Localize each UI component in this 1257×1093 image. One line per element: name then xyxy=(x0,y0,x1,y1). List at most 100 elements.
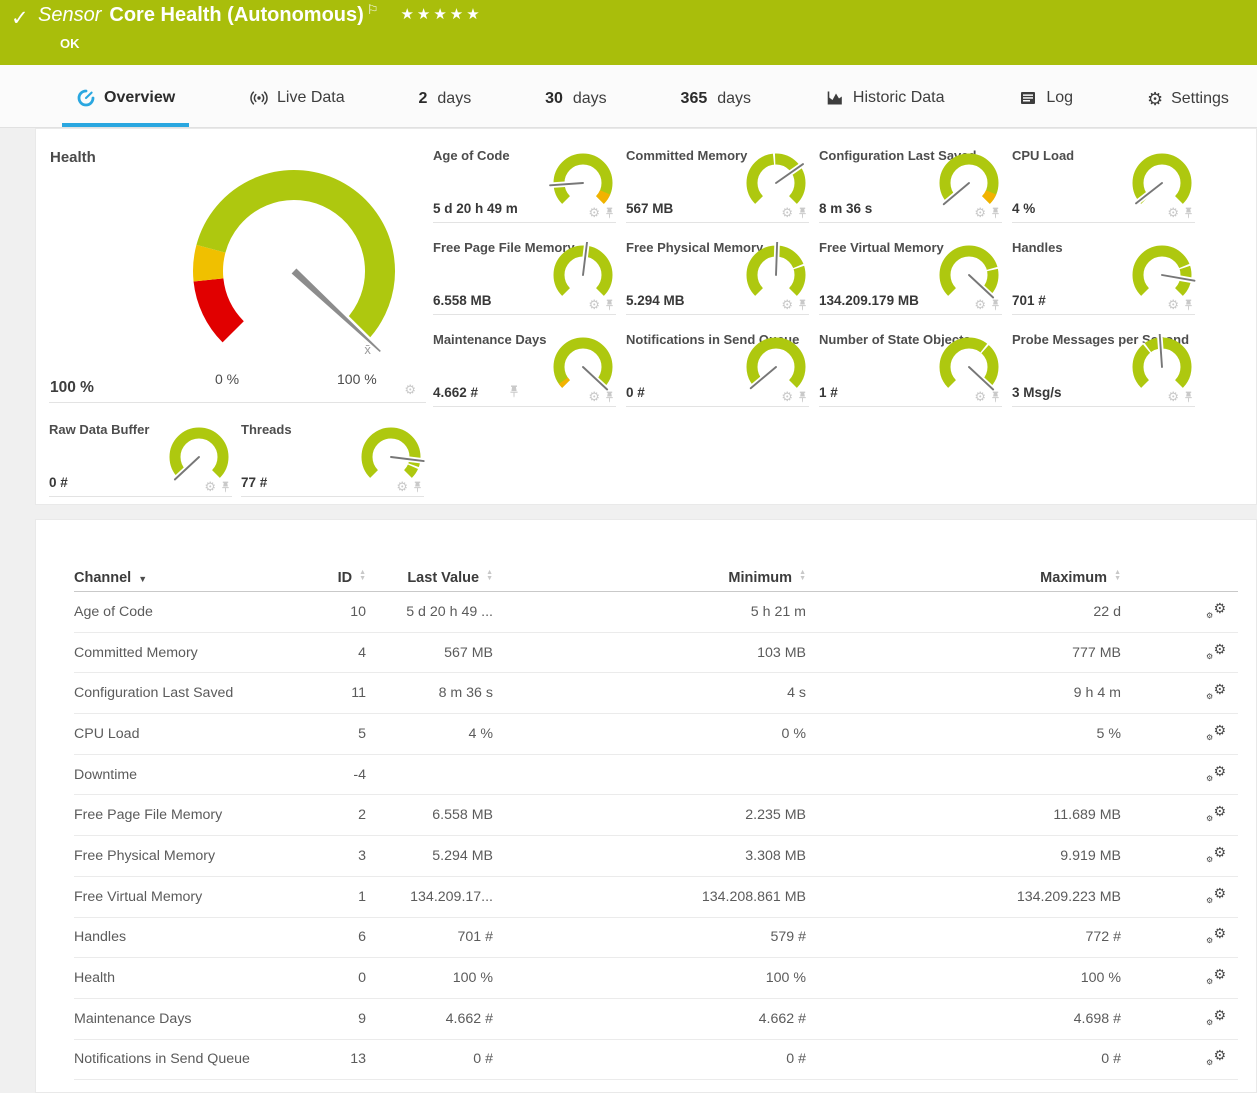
table-row: Free Virtual Memory1134.209.17...134.208… xyxy=(74,877,1238,918)
tab-live-data[interactable]: Live Data xyxy=(235,88,359,127)
pin-icon[interactable] xyxy=(991,207,1000,219)
pin-icon[interactable] xyxy=(991,299,1000,311)
mini-gauge-value: 77 # xyxy=(241,475,267,490)
channel-name[interactable]: Maintenance Days xyxy=(74,1011,314,1027)
pin-icon[interactable] xyxy=(1184,207,1193,219)
pin-icon[interactable] xyxy=(798,299,807,311)
tab-overview[interactable]: Overview xyxy=(62,88,189,127)
tab-bar: Overview Live Data 2days 30days 365days Histo… xyxy=(0,65,1257,128)
channel-name[interactable]: Committed Memory xyxy=(74,645,314,661)
channel-minimum: 0 % xyxy=(493,726,806,742)
column-header-id[interactable]: ID▲▼ xyxy=(314,570,366,586)
channel-settings-gears-icon[interactable]: ⚙⚙ xyxy=(1206,723,1226,741)
gear-icon[interactable]: ⚙ xyxy=(1167,206,1179,219)
channel-settings-gears-icon[interactable]: ⚙⚙ xyxy=(1206,926,1226,944)
gear-icon[interactable]: ⚙ xyxy=(1167,298,1179,311)
channel-minimum: 2.235 MB xyxy=(493,807,806,823)
channel-maximum: 4.698 # xyxy=(806,1011,1121,1027)
health-gauge-cell: Health x̄ 0 % 100 % 100 % ⚙ xyxy=(49,149,426,403)
column-label: ID xyxy=(338,570,353,586)
tab-30-days[interactable]: 30days xyxy=(531,90,621,127)
mini-gauge-actions: ⚙ xyxy=(781,298,807,311)
channel-settings-gears-icon[interactable]: ⚙⚙ xyxy=(1206,886,1226,904)
channel-maximum: 22 d xyxy=(806,604,1121,620)
gear-icon[interactable]: ⚙ xyxy=(781,298,793,311)
mini-gauge-title: CPU Load xyxy=(1012,148,1074,163)
tab-2-days[interactable]: 2days xyxy=(405,90,486,127)
column-header-channel[interactable]: Channel▼ xyxy=(74,570,314,586)
gear-icon[interactable]: ⚙ xyxy=(974,390,986,403)
tab-365-days[interactable]: 365days xyxy=(667,90,766,127)
gear-icon[interactable]: ⚙ xyxy=(781,206,793,219)
gear-icon[interactable]: ⚙ xyxy=(781,390,793,403)
mini-gauge-actions: ⚙ xyxy=(588,298,614,311)
pin-icon[interactable] xyxy=(221,481,230,493)
pin-icon[interactable] xyxy=(1184,299,1193,311)
channel-maximum: 11.689 MB xyxy=(806,807,1121,823)
pin-icon[interactable] xyxy=(798,207,807,219)
tab-historic-data[interactable]: Historic Data xyxy=(811,88,959,127)
gear-icon[interactable]: ⚙ xyxy=(588,206,600,219)
channel-id: 6 xyxy=(314,929,366,945)
channel-name[interactable]: Health xyxy=(74,970,314,986)
channel-settings-gears-icon[interactable]: ⚙⚙ xyxy=(1206,1048,1226,1066)
mini-gauge-actions: ⚙ xyxy=(781,390,807,403)
channel-name[interactable]: Downtime xyxy=(74,767,314,783)
channel-settings-gears-icon[interactable]: ⚙⚙ xyxy=(1206,682,1226,700)
pin-icon[interactable] xyxy=(1184,391,1193,403)
mini-gauge-arc xyxy=(934,150,1004,214)
channel-id: 5 xyxy=(314,726,366,742)
mini-gauge-actions: ⚙ xyxy=(204,480,230,493)
channel-maximum: 9.919 MB xyxy=(806,848,1121,864)
channel-id: 1 xyxy=(314,889,366,905)
table-row: Committed Memory4567 MB103 MB777 MB⚙⚙ xyxy=(74,633,1238,674)
pin-icon[interactable] xyxy=(605,299,614,311)
column-label: Last Value xyxy=(407,570,479,586)
channel-name[interactable]: Notifications in Send Queue xyxy=(74,1051,314,1067)
gear-icon[interactable]: ⚙ xyxy=(588,390,600,403)
channel-settings-gears-icon[interactable]: ⚙⚙ xyxy=(1206,845,1226,863)
mini-gauge-actions: ⚙ xyxy=(974,206,1000,219)
mini-gauge-cell: Raw Data Buffer0 #⚙ xyxy=(49,422,232,497)
column-header-maximum[interactable]: Maximum▲▼ xyxy=(806,570,1121,586)
pin-icon[interactable] xyxy=(413,481,422,493)
channel-name[interactable]: CPU Load xyxy=(74,726,314,742)
mini-gauge-value: 134.209.179 MB xyxy=(819,293,919,308)
pin-icon[interactable] xyxy=(798,391,807,403)
pin-icon[interactable] xyxy=(605,391,614,403)
channel-settings-gears-icon[interactable]: ⚙⚙ xyxy=(1206,1008,1226,1026)
table-row: Handles6701 #579 #772 #⚙⚙ xyxy=(74,918,1238,959)
channel-name[interactable]: Configuration Last Saved xyxy=(74,685,314,701)
gear-icon[interactable]: ⚙ xyxy=(974,206,986,219)
table-row: Configuration Last Saved118 m 36 s4 s9 h… xyxy=(74,673,1238,714)
channel-name[interactable]: Age of Code xyxy=(74,604,314,620)
historic-data-icon xyxy=(825,88,845,108)
health-gauge-min-label: 0 % xyxy=(215,371,239,387)
column-header-minimum[interactable]: Minimum▲▼ xyxy=(493,570,806,586)
gear-icon[interactable]: ⚙ xyxy=(588,298,600,311)
channel-settings-gears-icon[interactable]: ⚙⚙ xyxy=(1206,601,1226,619)
gear-icon[interactable]: ⚙ xyxy=(1167,390,1179,403)
channel-settings-gears-icon[interactable]: ⚙⚙ xyxy=(1206,764,1226,782)
pin-icon[interactable] xyxy=(991,391,1000,403)
gear-icon[interactable]: ⚙ xyxy=(404,383,416,396)
gear-icon[interactable]: ⚙ xyxy=(396,480,408,493)
tab-settings[interactable]: ⚙Settings xyxy=(1133,90,1243,127)
tab-label: Settings xyxy=(1171,90,1229,108)
channel-name[interactable]: Free Virtual Memory xyxy=(74,889,314,905)
channel-settings-gears-icon[interactable]: ⚙⚙ xyxy=(1206,804,1226,822)
priority-stars[interactable]: ★★★★★ xyxy=(400,6,482,23)
mini-gauge-value: 701 # xyxy=(1012,293,1046,308)
mini-gauge-cell: Configuration Last Saved8 m 36 s⚙ xyxy=(819,148,1002,223)
tab-log[interactable]: Log xyxy=(1004,88,1087,127)
gear-icon[interactable]: ⚙ xyxy=(204,480,216,493)
column-header-last-value[interactable]: Last Value▲▼ xyxy=(366,570,493,586)
pin-icon[interactable] xyxy=(605,207,614,219)
gear-icon[interactable]: ⚙ xyxy=(974,298,986,311)
channel-name[interactable]: Free Page File Memory xyxy=(74,807,314,823)
mini-gauge-cell: Free Virtual Memory134.209.179 MB⚙ xyxy=(819,240,1002,315)
channel-settings-gears-icon[interactable]: ⚙⚙ xyxy=(1206,967,1226,985)
channel-settings-gears-icon[interactable]: ⚙⚙ xyxy=(1206,642,1226,660)
channel-name[interactable]: Handles xyxy=(74,929,314,945)
channel-name[interactable]: Free Physical Memory xyxy=(74,848,314,864)
